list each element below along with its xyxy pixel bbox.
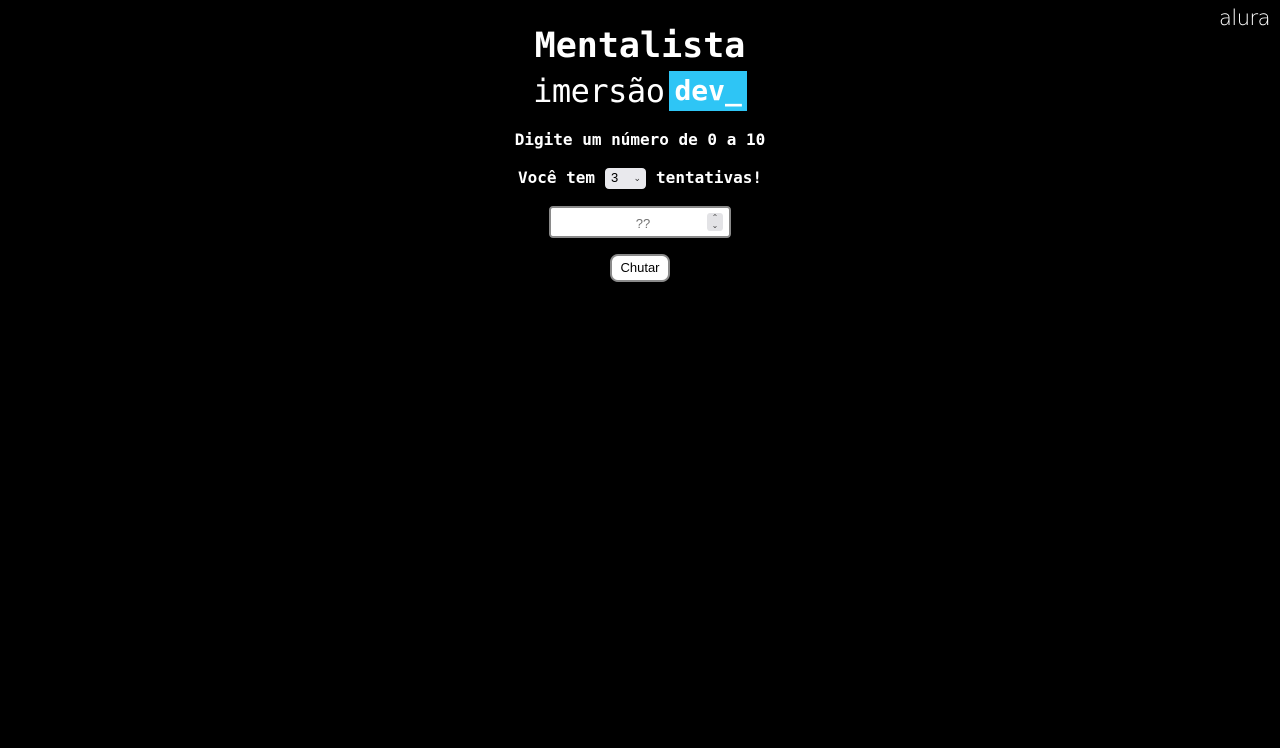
imersao-dev-logo: imersão dev_ [0,71,1280,111]
main-content: Mentalista imersão dev_ Digite um número… [0,0,1280,282]
page-title: Mentalista [534,26,746,66]
attempts-prefix: Você tem [517,168,596,187]
attempts-row: Você tem 3 ⌄ tentativas! [0,166,1280,190]
game-prompt: Digite um número de 0 a 10 [514,130,766,149]
guess-button[interactable]: Chutar [610,254,670,282]
attempts-suffix: tentativas! [656,168,763,187]
guess-input-wrapper: ⌃ ⌄ [549,206,731,238]
logo-word: imersão [533,72,665,110]
logo-highlight: dev_ [669,71,747,111]
attempts-select-value: 3 [611,170,619,185]
chevron-down-icon: ⌄ [633,173,642,183]
spinner-arrows-icon[interactable]: ⌃ ⌄ [707,213,723,231]
attempts-select[interactable]: 3 ⌄ [605,167,647,189]
guess-input[interactable] [566,208,720,238]
